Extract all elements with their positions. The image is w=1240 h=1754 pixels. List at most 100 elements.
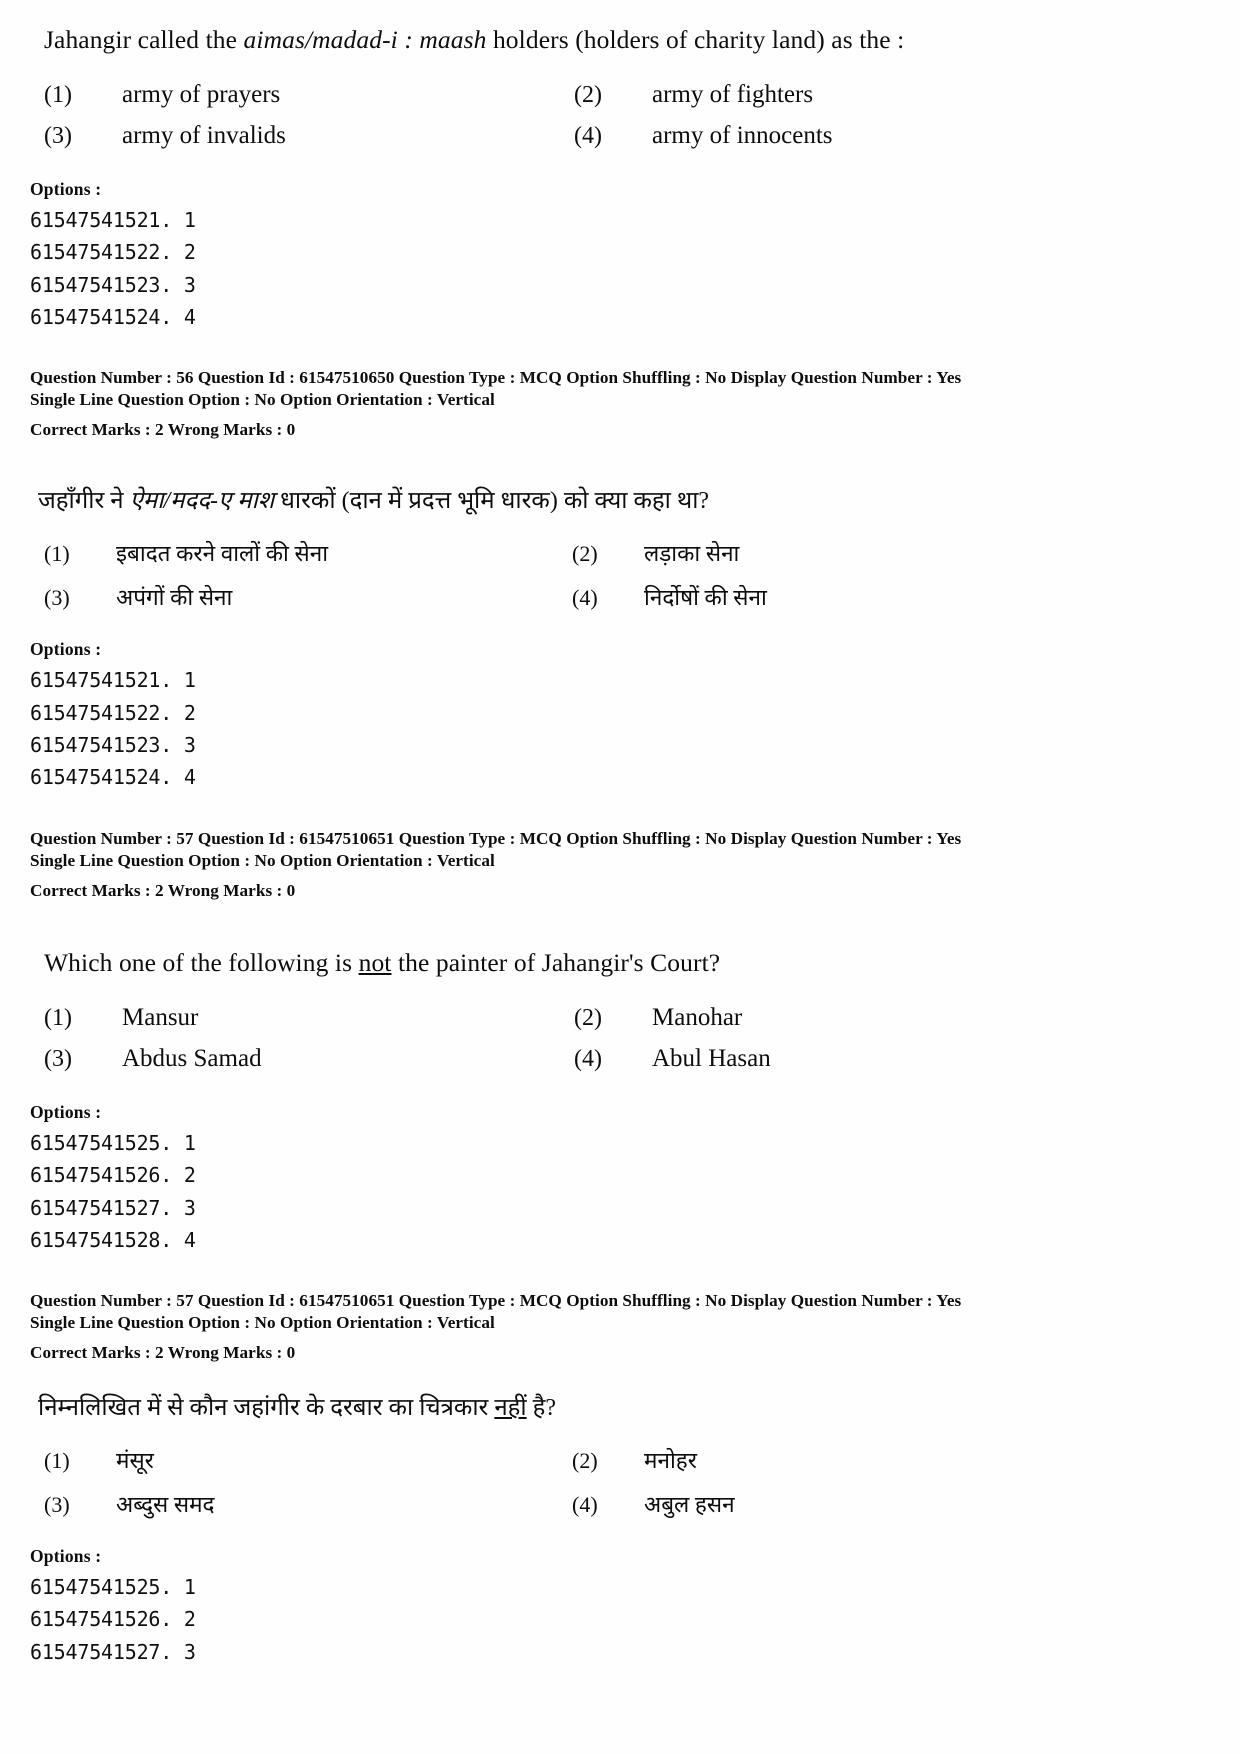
- option-id: 61547541522. 2: [30, 700, 196, 725]
- page-content: Jahangir called the aimas/madad-i : maas…: [0, 0, 1240, 1688]
- question-block-56-english: Jahangir called the aimas/madad-i : maas…: [30, 24, 1184, 440]
- choice-text: Manohar: [652, 1003, 743, 1031]
- answer-choice-2[interactable]: (2) Manohar: [574, 1003, 1184, 1033]
- option-id: 61547541525. 1: [30, 1575, 196, 1600]
- metadata-line-2: Single Line Question Option : No Option …: [30, 850, 495, 870]
- answer-choice-1[interactable]: (1) इबादत करने वालों की सेना: [44, 540, 572, 567]
- choice-label: (4): [572, 1491, 598, 1517]
- choice-text: Abul Hasan: [652, 1044, 771, 1072]
- choice-text: मनोहर: [644, 1448, 697, 1474]
- answer-choices: (1) मंसूर (2) मनोहर (3) अब्दुस समद (4) अ…: [30, 1447, 1184, 1518]
- choice-label: (1): [44, 1448, 70, 1474]
- choice-label: (4): [574, 1045, 602, 1072]
- choice-label: (1): [44, 81, 72, 108]
- document-page: Jahangir called the aimas/madad-i : maas…: [0, 0, 1240, 1754]
- choice-text: अबुल हसन: [644, 1491, 735, 1517]
- choice-text: army of prayers: [122, 80, 281, 108]
- answer-choice-4[interactable]: (4) अबुल हसन: [572, 1491, 1184, 1518]
- options-heading: Options :: [30, 1546, 102, 1567]
- answer-choice-4[interactable]: (4) निर्दोषों की सेना: [572, 584, 1184, 611]
- choice-label: (1): [44, 541, 70, 567]
- answer-choice-3[interactable]: (3) army of invalids: [44, 121, 574, 151]
- option-id: 61547541523. 3: [30, 272, 196, 297]
- choice-text: army of innocents: [652, 121, 833, 149]
- answer-choice-1[interactable]: (1) army of prayers: [44, 80, 574, 110]
- answer-choice-4[interactable]: (4) army of innocents: [574, 121, 1184, 151]
- choice-label: (3): [44, 1045, 72, 1072]
- options-heading: Options :: [30, 639, 102, 660]
- choice-text: इबादत करने वालों की सेना: [116, 541, 329, 567]
- metadata-line-1: Question Number : 57 Question Id : 61547…: [30, 1291, 962, 1311]
- question-block-57-hindi: निम्नलिखित में से कौन जहांगीर के दरबार क…: [30, 1393, 1184, 1668]
- option-id: 61547541521. 1: [30, 207, 196, 232]
- answer-choices: (1) Mansur (2) Manohar (3) Abdus Samad (…: [30, 1003, 1184, 1074]
- option-id: 61547541525. 1: [30, 1130, 196, 1155]
- stem-text-underlined: not: [358, 947, 392, 977]
- answer-choice-3[interactable]: (3) Abdus Samad: [44, 1044, 574, 1074]
- question-marks: Correct Marks : 2 Wrong Marks : 0: [30, 1343, 296, 1363]
- choice-text: Abdus Samad: [122, 1044, 262, 1072]
- choice-text: लड़ाका सेना: [644, 541, 740, 567]
- choice-label: (4): [572, 584, 598, 610]
- option-id: 61547541528. 4: [30, 1227, 196, 1252]
- option-id: 61547541522. 2: [30, 240, 196, 265]
- answer-choice-1[interactable]: (1) मंसूर: [44, 1447, 572, 1474]
- question-stem: जहाँगीर ने ऐमा/मदद-ए माश धारकों (दान में…: [30, 486, 1184, 516]
- choice-label: (2): [572, 541, 598, 567]
- stem-text-italic: ऐमा/मदद-ए माश: [129, 488, 275, 515]
- answer-choice-2[interactable]: (2) मनोहर: [572, 1447, 1184, 1474]
- question-metadata: Question Number : 57 Question Id : 61547…: [30, 828, 1184, 872]
- options-heading: Options :: [30, 1101, 102, 1122]
- choice-text: Mansur: [122, 1003, 199, 1031]
- answer-choice-1[interactable]: (1) Mansur: [44, 1003, 574, 1033]
- choice-label: (3): [44, 122, 72, 149]
- option-id: 61547541526. 2: [30, 1607, 196, 1632]
- question-stem: Which one of the following is not the pa…: [30, 947, 1184, 979]
- stem-text-post: है?: [526, 1395, 557, 1422]
- option-id: 61547541527. 3: [30, 1639, 196, 1664]
- option-id-list: 61547541525. 1 61547541526. 2 6154754152…: [30, 1127, 1184, 1257]
- stem-text-italic: aimas/madad-i : maash: [243, 25, 487, 54]
- question-block-57-english: Which one of the following is not the pa…: [30, 947, 1184, 1363]
- question-metadata: Question Number : 57 Question Id : 61547…: [30, 1290, 1184, 1334]
- answer-choices: (1) इबादत करने वालों की सेना (2) लड़ाका …: [30, 540, 1184, 611]
- choice-label: (2): [574, 81, 602, 108]
- question-marks: Correct Marks : 2 Wrong Marks : 0: [30, 420, 296, 440]
- option-id-list: 61547541521. 1 61547541522. 2 6154754152…: [30, 204, 1184, 334]
- question-metadata: Question Number : 56 Question Id : 61547…: [30, 367, 1184, 411]
- answer-choice-3[interactable]: (3) अब्दुस समद: [44, 1491, 572, 1518]
- option-id-list: 61547541525. 1 61547541526. 2 6154754152…: [30, 1571, 1184, 1668]
- stem-text-pre: Which one of the following is: [44, 947, 359, 977]
- option-id: 61547541523. 3: [30, 733, 196, 758]
- stem-text-post: holders (holders of charity land) as the…: [486, 25, 905, 54]
- option-id: 61547541521. 1: [30, 668, 196, 693]
- options-heading: Options :: [30, 178, 102, 199]
- stem-text-post: the painter of Jahangir's Court?: [391, 947, 721, 977]
- stem-text-pre: Jahangir called the: [44, 25, 244, 54]
- answer-choice-4[interactable]: (4) Abul Hasan: [574, 1044, 1184, 1074]
- option-id: 61547541524. 4: [30, 305, 196, 330]
- metadata-line-2: Single Line Question Option : No Option …: [30, 1313, 495, 1333]
- question-block-56-hindi: जहाँगीर ने ऐमा/मदद-ए माश धारकों (दान में…: [30, 486, 1184, 900]
- stem-text-post: धारकों (दान में प्रदत्त भूमि धारक) को क्…: [274, 488, 710, 515]
- answer-choice-2[interactable]: (2) लड़ाका सेना: [572, 540, 1184, 567]
- metadata-line-1: Question Number : 57 Question Id : 61547…: [30, 828, 962, 848]
- metadata-line-2: Single Line Question Option : No Option …: [30, 390, 495, 410]
- option-id: 61547541524. 4: [30, 765, 196, 790]
- choice-text: अब्दुस समद: [116, 1491, 215, 1517]
- choice-text: निर्दोषों की सेना: [644, 584, 767, 610]
- question-marks: Correct Marks : 2 Wrong Marks : 0: [30, 880, 296, 900]
- choice-label: (3): [44, 584, 70, 610]
- answer-choices: (1) army of prayers (2) army of fighters…: [30, 80, 1184, 151]
- choice-text: army of fighters: [652, 80, 814, 108]
- choice-label: (4): [574, 122, 602, 149]
- answer-choice-2[interactable]: (2) army of fighters: [574, 80, 1184, 110]
- question-stem: Jahangir called the aimas/madad-i : maas…: [30, 24, 1184, 56]
- answer-choice-3[interactable]: (3) अपंगों की सेना: [44, 584, 572, 611]
- stem-text-pre: जहाँगीर ने: [38, 488, 130, 515]
- stem-text-underlined: नहीं: [494, 1395, 527, 1422]
- choice-label: (2): [574, 1004, 602, 1031]
- choice-label: (2): [572, 1448, 598, 1474]
